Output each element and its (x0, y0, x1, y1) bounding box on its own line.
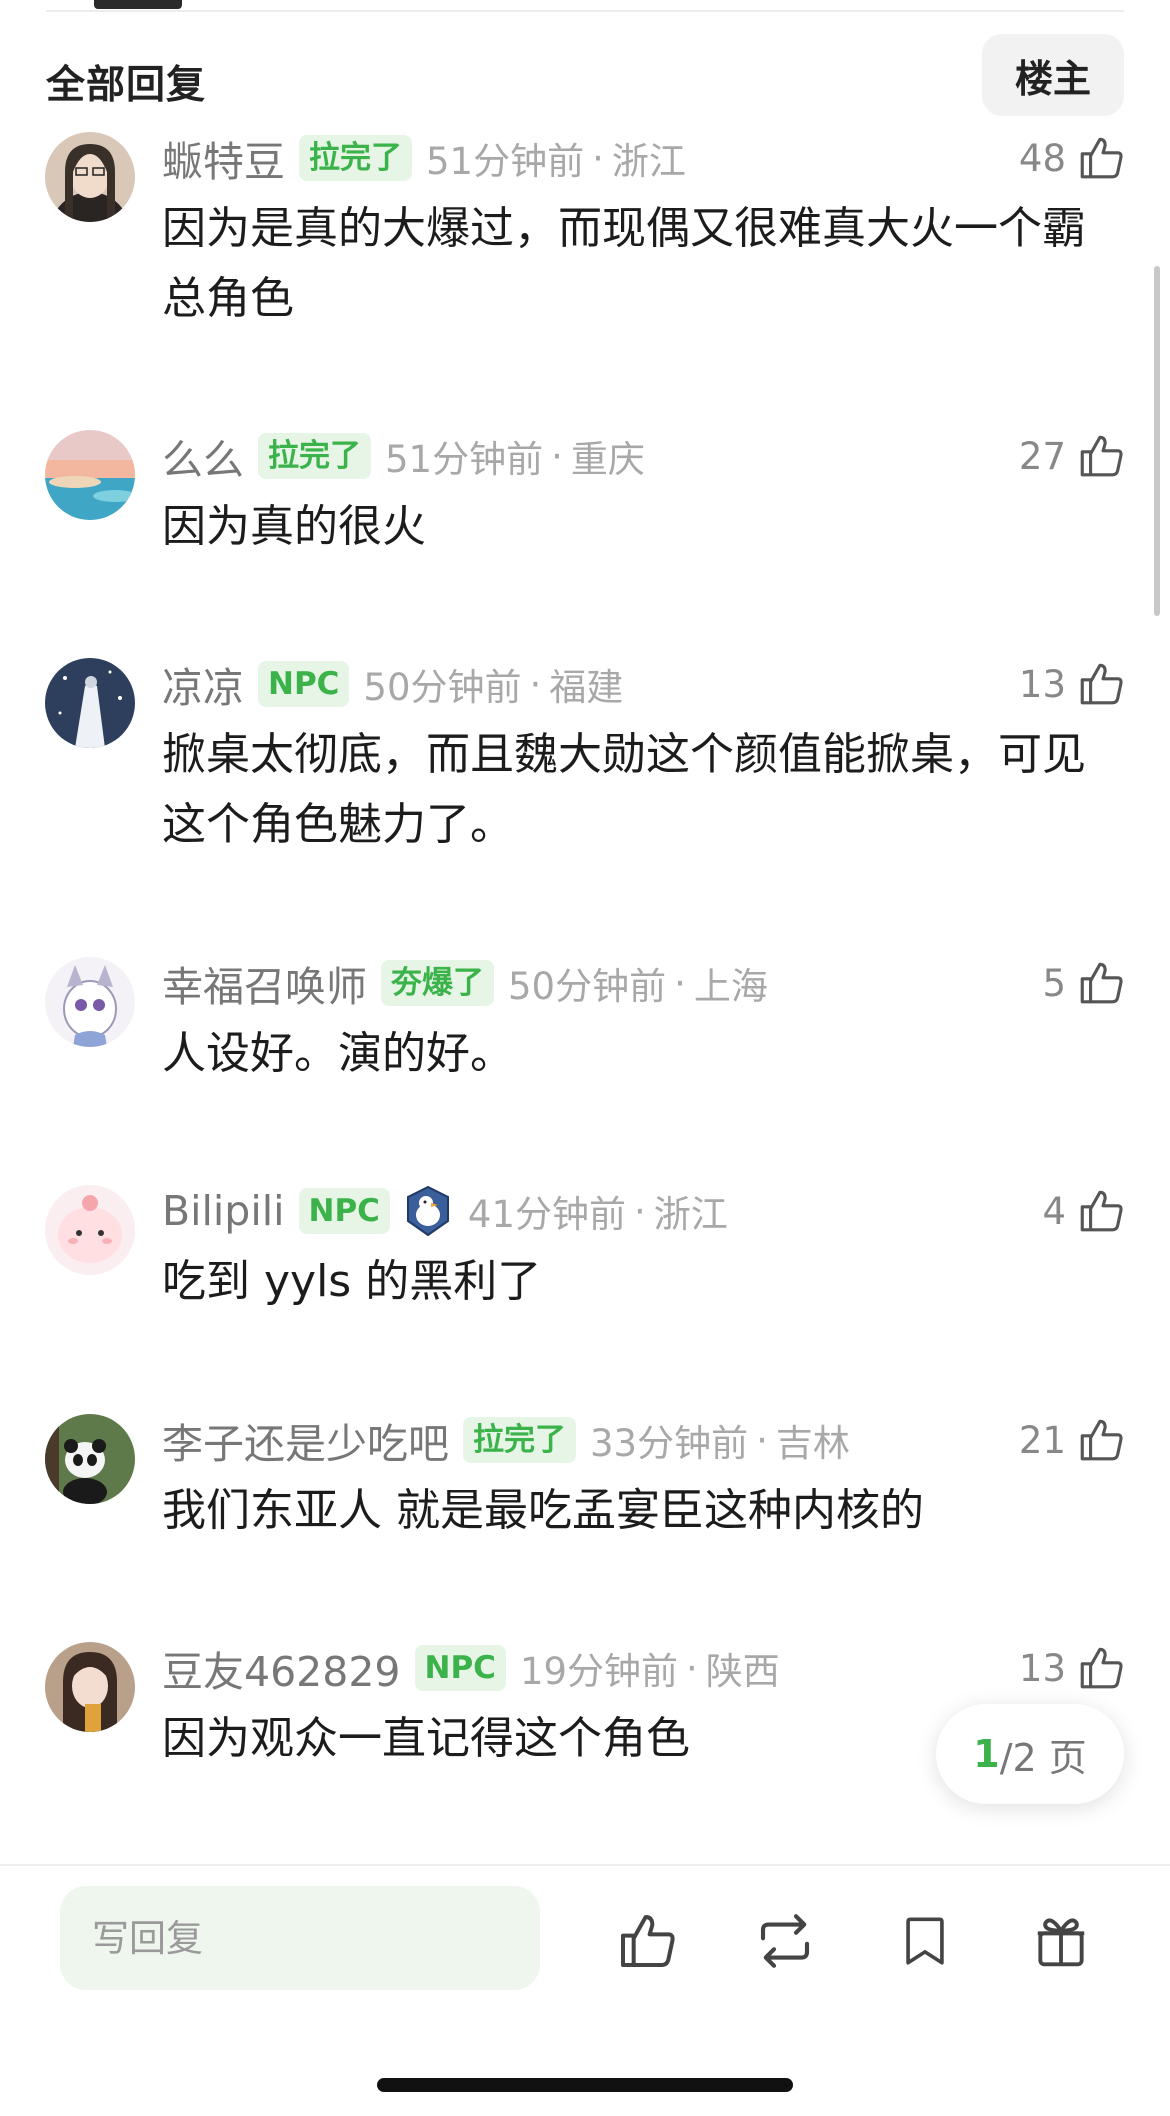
user-badge: 拉完了 (463, 1417, 576, 1463)
avatar[interactable] (45, 132, 135, 222)
duck-medal-icon (406, 1185, 449, 1237)
meta-dot: · (529, 662, 542, 706)
gift-icon (1037, 1918, 1085, 1967)
comment-text: 因为是真的大爆过，而现偶又很难真大火一个霸总角色 (162, 203, 1086, 324)
meta-dot: · (756, 1418, 768, 1462)
avatar[interactable] (45, 430, 135, 520)
meta-dot: · (592, 136, 604, 180)
like-count: 5 (1042, 961, 1066, 1005)
op-only-button[interactable]: 楼主 (982, 34, 1124, 116)
comment-text: 我们东亚人 就是最吃孟宴臣这种内核的 (162, 1485, 924, 1536)
comment-header: 豆友462829 NPC 19分钟前 · 陕西 (162, 1640, 780, 1696)
comment-text: 掀桌太彻底，而且魏大勋这个颜值能掀桌，可见这个角色魅力了。 (162, 729, 1086, 850)
repost-icon (760, 1914, 810, 1968)
comment-location: 浙江 (653, 1193, 728, 1236)
comment-time: 50分钟前 (363, 666, 522, 709)
avatar[interactable] (45, 1642, 135, 1732)
home-indicator (377, 2078, 793, 2092)
total-pages: /2 页 (999, 1735, 1087, 1780)
like-count: 21 (1018, 1418, 1066, 1462)
comment-page: 全部回复 楼主 蝂特豆 拉完了 51分钟前 · 浙江 48 因为是真的大爆过，而… (0, 0, 1170, 2116)
comment-text: 人设好。演的好。 (162, 1028, 514, 1079)
avatar[interactable] (45, 957, 135, 1047)
scrollbar[interactable] (1154, 266, 1160, 616)
avatar[interactable] (45, 1414, 135, 1504)
bookmark-button[interactable] (890, 1906, 960, 1976)
thumbs-up-icon[interactable] (1076, 958, 1126, 1008)
like-control[interactable]: 13 (1019, 656, 1126, 712)
thumbs-up-icon[interactable] (1076, 1415, 1126, 1465)
nickname[interactable]: 么么 (162, 426, 244, 486)
avatar[interactable] (45, 1185, 135, 1275)
like-control[interactable]: 13 (1019, 1640, 1126, 1696)
comment-time: 33分钟前 (590, 1422, 749, 1465)
comment-time: 50分钟前 (508, 965, 667, 1008)
nickname[interactable]: 李子还是少吃吧 (162, 1410, 449, 1470)
comment-time: 41分钟前 (467, 1193, 627, 1236)
nickname[interactable]: 蝂特豆 (162, 128, 285, 188)
bookmark-icon (906, 1917, 944, 1965)
nickname[interactable]: 幸福召唤师 (162, 953, 367, 1013)
thumbs-up-icon[interactable] (1076, 1186, 1126, 1236)
like-control[interactable]: 48 (1019, 130, 1126, 186)
all-replies-title: 全部回复 (46, 63, 207, 108)
nickname[interactable]: 豆友462829 (162, 1638, 401, 1698)
comment-header: 幸福召唤师 夯爆了 50分钟前 · 上海 (162, 955, 768, 1011)
meta-dot: · (674, 961, 686, 1005)
thumbs-up-icon[interactable] (1076, 133, 1126, 183)
user-badge: NPC (414, 1645, 506, 1691)
like-count: 13 (1018, 662, 1066, 706)
user-badge: 夯爆了 (381, 960, 494, 1006)
comment-location: 陕西 (705, 1650, 780, 1693)
repost-button[interactable] (750, 1906, 820, 1976)
user-badge: NPC (298, 1188, 390, 1234)
like-count: 48 (1018, 136, 1066, 180)
comment-header: 凉凉 NPC 50分钟前 · 福建 (162, 656, 623, 712)
comment-header: Bilipili NPC 41分钟前 · 浙江 (162, 1183, 728, 1239)
like-control[interactable]: 5 (1042, 955, 1126, 1011)
thumbs-up-icon[interactable] (1076, 1643, 1126, 1693)
gift-button[interactable] (1026, 1906, 1096, 1976)
thumbs-up-icon[interactable] (1076, 431, 1126, 481)
comment-location: 吉林 (775, 1422, 850, 1465)
user-badge: NPC (258, 661, 350, 707)
like-count: 4 (1042, 1189, 1066, 1233)
like-control[interactable]: 21 (1019, 1412, 1126, 1468)
like-post-button[interactable] (612, 1906, 682, 1976)
comment-location: 重庆 (570, 438, 645, 481)
meta-dot: · (634, 1189, 646, 1233)
nickname[interactable]: Bilipili (162, 1187, 285, 1235)
like-count: 27 (1018, 434, 1066, 478)
like-count: 13 (1018, 1646, 1066, 1690)
comment-time: 51分钟前 (385, 438, 544, 481)
user-badge: 拉完了 (258, 433, 371, 479)
like-control[interactable]: 27 (1019, 428, 1126, 484)
comment-location: 上海 (693, 965, 768, 1008)
comment-time: 51分钟前 (426, 140, 585, 183)
bottom-action-bar (0, 1864, 1170, 2116)
comment-text: 吃到 yyls 的黑利了 (162, 1256, 542, 1307)
top-divider (46, 10, 1124, 12)
current-page: 1 (973, 1732, 1000, 1776)
comment-header: 么么 拉完了 51分钟前 · 重庆 (162, 428, 645, 484)
page-indicator[interactable]: 1 /2 页 (936, 1704, 1124, 1804)
meta-dot: · (686, 1646, 698, 1690)
comment-location: 浙江 (611, 140, 686, 183)
meta-dot: · (551, 434, 563, 478)
comment-text: 因为真的很火 (162, 501, 426, 552)
comment-time: 19分钟前 (519, 1650, 679, 1693)
comment-location: 福建 (549, 666, 624, 709)
avatar[interactable] (45, 658, 135, 748)
user-badge: 拉完了 (299, 135, 412, 181)
nickname[interactable]: 凉凉 (162, 654, 244, 714)
comment-header: 蝂特豆 拉完了 51分钟前 · 浙江 (162, 130, 686, 186)
comment-header: 李子还是少吃吧 拉完了 33分钟前 · 吉林 (162, 1412, 850, 1468)
reply-input[interactable] (60, 1886, 540, 1990)
thumbs-up-icon (621, 1915, 675, 1967)
like-control[interactable]: 4 (1042, 1183, 1126, 1239)
thumbs-up-icon[interactable] (1076, 659, 1126, 709)
tab-indicator (94, 0, 182, 9)
